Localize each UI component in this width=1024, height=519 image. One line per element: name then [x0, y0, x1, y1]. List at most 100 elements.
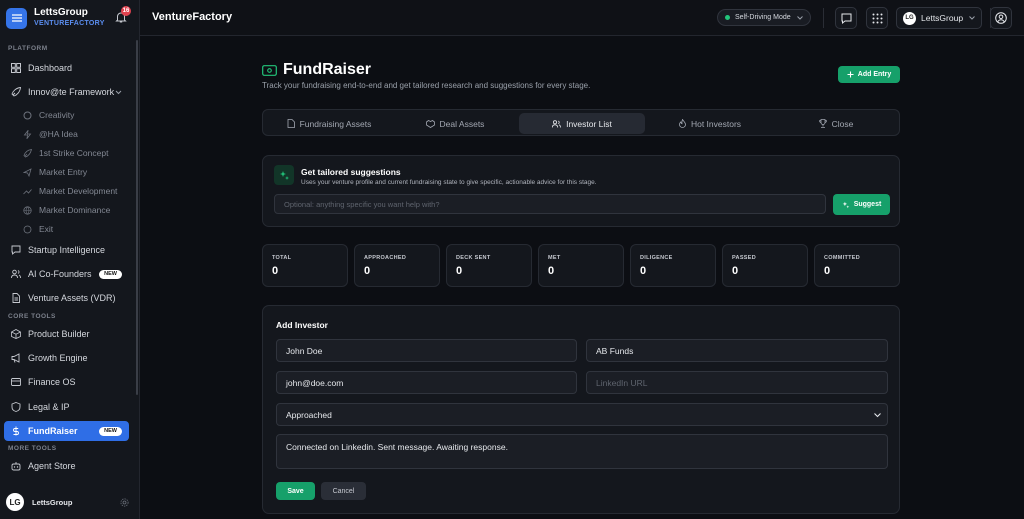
stat-label: TOTAL — [272, 255, 292, 261]
sidebar-item-growth-engine[interactable]: Growth Engine — [4, 348, 129, 368]
sidebar-scrollbar[interactable] — [136, 40, 138, 395]
linkedin-url-field[interactable]: LinkedIn URL — [586, 371, 888, 394]
tab-hot-investors[interactable]: Hot Investors — [647, 113, 773, 134]
sidebar-item-label: Legal & IP — [28, 402, 70, 412]
users-icon — [11, 269, 21, 279]
suggest-button[interactable]: Suggest — [833, 194, 890, 215]
suggestions-card: Get tailored suggestions Uses your ventu… — [262, 155, 900, 227]
stat-committed: COMMITTED 0 — [814, 244, 900, 287]
stat-value: 0 — [640, 265, 647, 277]
sidebar-subitem-creativity[interactable]: Creativity — [23, 110, 74, 120]
stat-value: 0 — [456, 265, 463, 277]
suggest-label: Suggest — [853, 201, 882, 208]
tab-investor-list[interactable]: Investor List — [519, 113, 645, 134]
gear-icon[interactable] — [120, 498, 129, 507]
save-button[interactable]: Save — [276, 482, 315, 500]
sidebar-subitem-ha-idea[interactable]: @HA Idea — [23, 129, 78, 139]
sidebar-item-finance-os[interactable]: Finance OS — [4, 372, 129, 392]
send-icon — [23, 167, 32, 177]
suggestion-prompt-input[interactable]: Optional: anything specific you want hel… — [274, 194, 826, 214]
sidebar-subitem-strike[interactable]: 1st Strike Concept — [23, 148, 108, 158]
sidebar-item-ai-cofounders[interactable]: AI Co-Founders NEW — [4, 264, 129, 284]
sidebar-subitem-market-entry[interactable]: Market Entry — [23, 167, 87, 177]
plus-icon — [847, 71, 854, 78]
sidebar-item-legal-ip[interactable]: Legal & IP — [4, 397, 129, 417]
tab-deal-assets[interactable]: Deal Assets — [393, 113, 517, 134]
avatar: LG — [903, 11, 916, 25]
mode-label: Self-Driving Mode — [735, 14, 791, 21]
form-title: Add Investor — [276, 320, 328, 330]
circle-icon — [23, 225, 32, 233]
user-menu[interactable]: LG LettsGroup — [6, 493, 131, 511]
sidebar-item-label: AI Co-Founders — [28, 269, 92, 279]
sidebar-item-innovate[interactable]: Innov@te Framework — [4, 82, 129, 102]
add-investor-form: Add Investor John Doe AB Funds john@doe.… — [262, 305, 900, 514]
avatar: LG — [6, 493, 24, 511]
stat-value: 0 — [824, 265, 831, 277]
sidebar-subitem-market-dominance[interactable]: Market Dominance — [23, 205, 110, 215]
lightbulb-icon — [23, 111, 32, 119]
bolt-icon — [23, 129, 32, 139]
file-icon — [12, 293, 20, 303]
profile-button[interactable] — [990, 7, 1012, 29]
stat-label: DILIGENCE — [640, 255, 673, 261]
brand-subtitle: VENTUREFACTORY — [34, 20, 105, 27]
suggestions-description: Uses your venture profile and current fu… — [301, 179, 597, 186]
sidebar-item-dashboard[interactable]: Dashboard — [4, 58, 129, 78]
investor-name-field[interactable]: John Doe — [276, 339, 577, 362]
section-more-tools: MORE TOOLS — [8, 445, 57, 452]
messages-button[interactable] — [835, 7, 857, 29]
new-badge: NEW — [99, 426, 122, 436]
sidebar-item-label: Agent Store — [28, 461, 76, 471]
chevron-down-icon[interactable] — [115, 90, 122, 95]
handshake-icon — [425, 119, 435, 128]
workspace-switcher[interactable]: LG LettsGroup — [896, 7, 982, 29]
workspace-name: LettsGroup — [921, 13, 964, 23]
sidebar-item-agent-store[interactable]: Agent Store — [4, 456, 129, 476]
sidebar-item-product-builder[interactable]: Product Builder — [4, 324, 129, 344]
menu-icon[interactable] — [6, 7, 27, 29]
sidebar-item-label: Dashboard — [28, 63, 73, 73]
section-core-tools: CORE TOOLS — [8, 313, 56, 320]
sidebar-subitem-exit[interactable]: Exit — [23, 224, 53, 234]
brand[interactable]: LettsGroup VENTUREFACTORY — [6, 7, 105, 29]
tab-close[interactable]: Close — [775, 113, 897, 134]
sidebar-item-label: Growth Engine — [28, 353, 88, 363]
chat-icon — [11, 245, 21, 255]
investor-firm-field[interactable]: AB Funds — [586, 339, 888, 362]
tab-label: Hot Investors — [690, 118, 742, 129]
robot-icon — [11, 462, 21, 471]
sidebar-subitem-market-development[interactable]: Market Development — [23, 186, 117, 196]
cube-icon — [11, 329, 21, 339]
new-badge: NEW — [99, 269, 122, 279]
sidebar-item-venture-assets[interactable]: Venture Assets (VDR) — [4, 288, 129, 308]
sidebar-subitem-label: Creativity — [39, 110, 75, 120]
sidebar-item-startup-intelligence[interactable]: Startup Intelligence — [4, 240, 129, 260]
add-entry-button[interactable]: Add Entry — [838, 66, 900, 83]
globe-icon — [23, 205, 32, 215]
banknote-icon — [262, 64, 277, 76]
topbar: VentureFactory Self-Driving Mode LG Lett… — [140, 0, 1024, 36]
notes-textarea[interactable]: Connected on Linkedin. Sent message. Awa… — [276, 434, 888, 469]
chevron-down-icon — [874, 413, 881, 418]
self-driving-mode-toggle[interactable]: Self-Driving Mode — [717, 9, 811, 26]
tab-label: Close — [831, 118, 854, 129]
user-circle-icon — [995, 12, 1007, 24]
page-title: FundRaiser — [283, 61, 372, 78]
card-icon — [11, 378, 21, 386]
sidebar-subitem-label: Market Development — [39, 186, 118, 196]
sidebar-subitem-label: 1st Strike Concept — [39, 148, 109, 158]
stat-label: PASSED — [732, 255, 757, 261]
status-select[interactable]: Approached — [276, 403, 888, 426]
stat-met: MET 0 — [538, 244, 624, 287]
file-icon — [287, 119, 295, 128]
tab-bar: Fundraising Assets Deal Assets Investor … — [262, 109, 900, 136]
cancel-button[interactable]: Cancel — [321, 482, 366, 500]
stat-value: 0 — [272, 265, 279, 277]
apps-button[interactable] — [866, 7, 888, 29]
status-value: Approached — [286, 409, 332, 420]
brand-name: LettsGroup — [34, 7, 88, 18]
sidebar-item-fundraiser[interactable]: FundRaiser NEW — [4, 421, 129, 441]
tab-fundraising-assets[interactable]: Fundraising Assets — [267, 113, 391, 134]
investor-email-field[interactable]: john@doe.com — [276, 371, 577, 394]
